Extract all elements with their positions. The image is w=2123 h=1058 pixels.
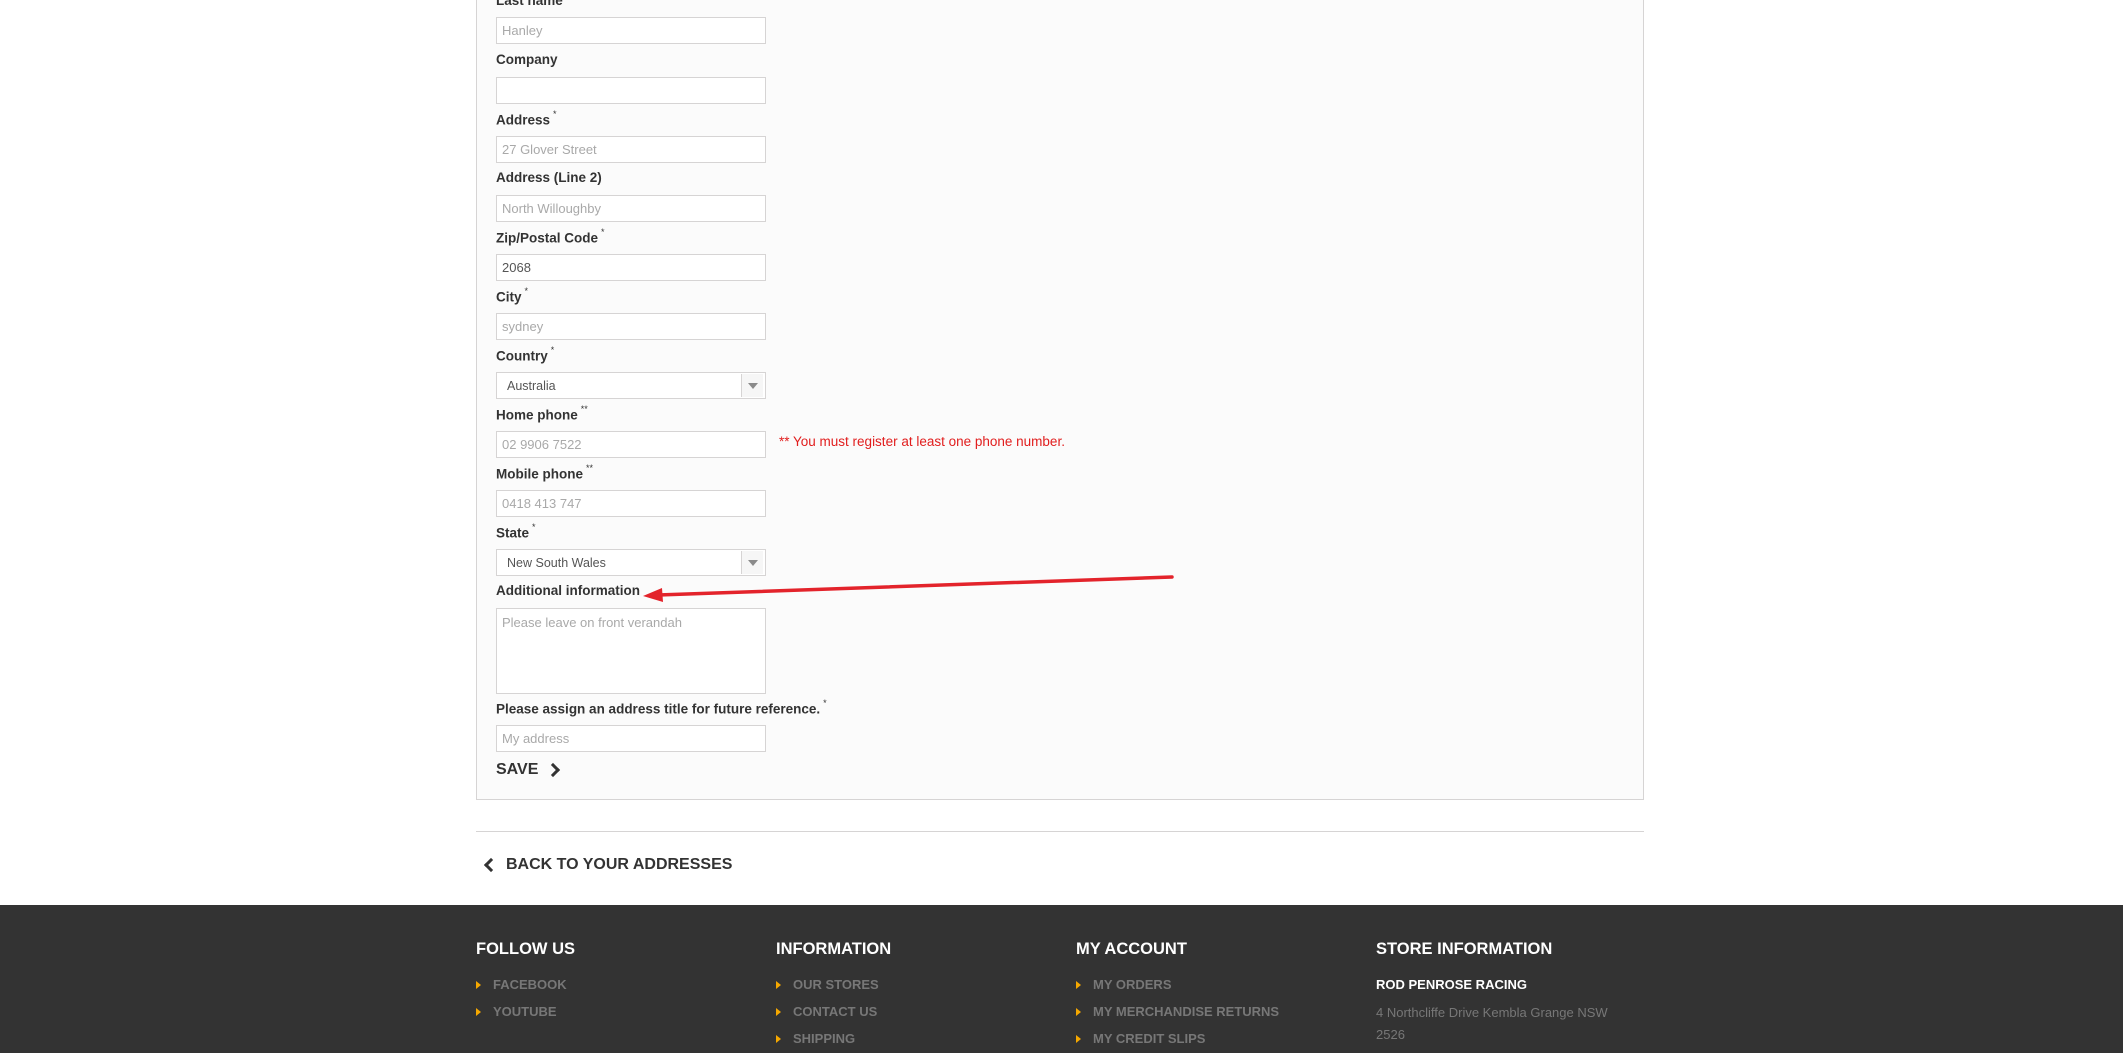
- footer-link-facebook[interactable]: FACEBOOK: [476, 977, 575, 993]
- footer-link-credit-slips[interactable]: MY CREDIT SLIPS: [1076, 1031, 1279, 1047]
- footer-link-my-orders[interactable]: MY ORDERS: [1076, 977, 1279, 993]
- red-arrow-annotation: [643, 575, 1174, 602]
- footer-information-title: INFORMATION: [776, 940, 892, 958]
- footer-account-column: MY ACCOUNT MY ORDERS MY MERCHANDISE RETU…: [1076, 940, 1279, 1058]
- footer-follow-column: FOLLOW US FACEBOOK YOUTUBE: [476, 940, 575, 1031]
- site-footer: FOLLOW US FACEBOOK YOUTUBE INFORMATION O…: [0, 905, 2123, 1053]
- store-name: ROD PENROSE RACING: [1376, 977, 1527, 992]
- footer-link-merchandise-returns[interactable]: MY MERCHANDISE RETURNS: [1076, 1004, 1279, 1020]
- footer-link-contact-us[interactable]: CONTACT US: [776, 1004, 891, 1020]
- footer-link-our-stores[interactable]: OUR STORES: [776, 977, 891, 993]
- footer-link-youtube[interactable]: YOUTUBE: [476, 1004, 575, 1020]
- footer-store-column: STORE INFORMATION ROD PENROSE RACING 4 N…: [1376, 940, 1626, 1046]
- footer-information-column: INFORMATION OUR STORES CONTACT US SHIPPI…: [776, 940, 891, 1058]
- store-address: 4 Northcliffe Drive Kembla Grange NSW 25…: [1376, 1005, 1608, 1042]
- footer-account-title: MY ACCOUNT: [1076, 940, 1187, 958]
- footer-store-title: STORE INFORMATION: [1376, 940, 1553, 958]
- footer-follow-title: FOLLOW US: [476, 940, 575, 958]
- footer-link-shipping[interactable]: SHIPPING: [776, 1031, 891, 1047]
